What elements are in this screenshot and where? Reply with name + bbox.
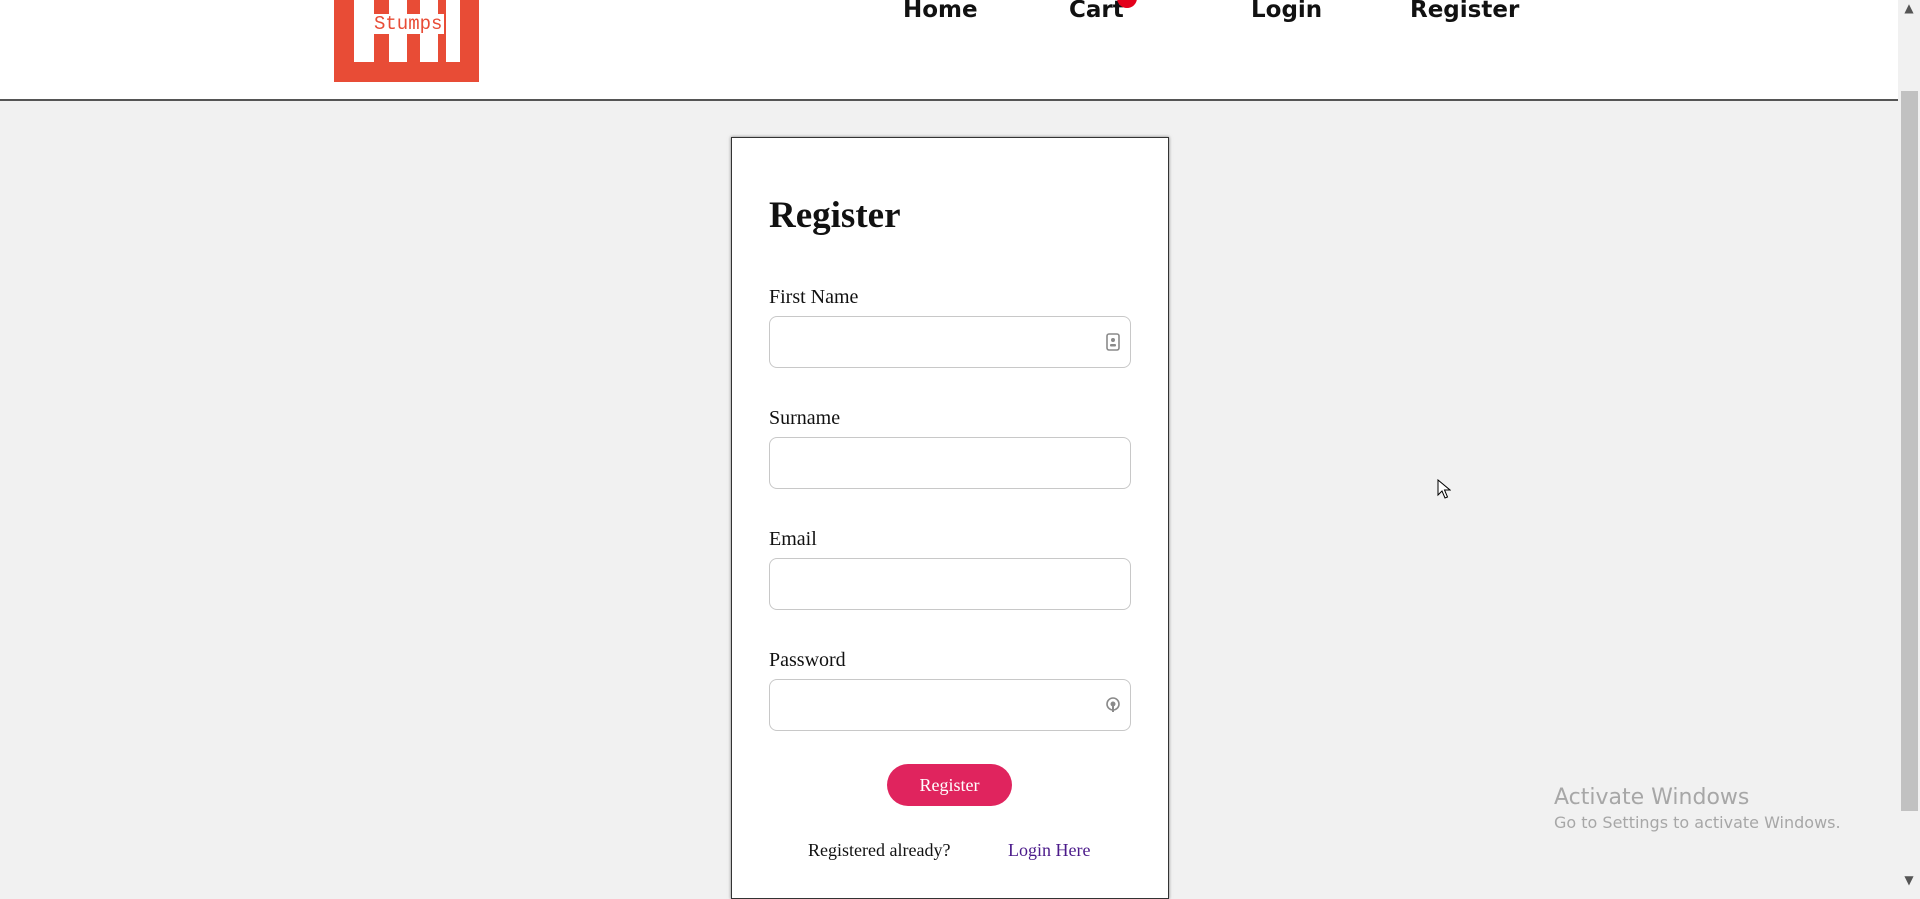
nav-register[interactable]: Register	[1410, 0, 1519, 23]
email-label: Email	[769, 528, 817, 550]
register-card: Register First Name Surname Email Passwo…	[731, 137, 1169, 899]
email-field[interactable]	[769, 558, 1131, 610]
register-button[interactable]: Register	[887, 764, 1012, 806]
watermark-subtitle: Go to Settings to activate Windows.	[1554, 813, 1841, 832]
first-name-label: First Name	[769, 286, 859, 308]
logo-shape	[354, 0, 374, 62]
password-label: Password	[769, 649, 846, 671]
registered-already-text: Registered already?	[808, 840, 951, 860]
logo[interactable]: Stumps	[334, 0, 479, 82]
logo-text: Stumps	[372, 13, 445, 35]
contact-card-icon[interactable]	[1105, 333, 1121, 351]
watermark-title: Activate Windows	[1554, 785, 1750, 810]
logo-shape	[446, 0, 460, 62]
nav-cart[interactable]: Cart	[1069, 0, 1124, 23]
activation-watermark: Activate Windows Go to Settings to activ…	[1554, 784, 1841, 834]
login-here-link[interactable]: Login Here	[1008, 840, 1090, 860]
site-header: Stumps Home Cart Login Register	[0, 0, 1898, 101]
nav-home[interactable]: Home	[903, 0, 978, 23]
surname-label: Surname	[769, 407, 841, 429]
surname-field[interactable]	[769, 437, 1131, 489]
key-icon[interactable]	[1105, 696, 1121, 714]
password-field[interactable]	[769, 679, 1131, 731]
first-name-field[interactable]	[769, 316, 1131, 368]
mouse-cursor-icon	[1437, 479, 1451, 499]
form-title: Register	[769, 195, 901, 236]
scroll-down-icon[interactable]: ▼	[1902, 873, 1916, 887]
scroll-up-icon[interactable]: ▲	[1902, 1, 1916, 15]
scrollbar-thumb[interactable]	[1901, 91, 1918, 811]
nav-login[interactable]: Login	[1251, 0, 1322, 23]
